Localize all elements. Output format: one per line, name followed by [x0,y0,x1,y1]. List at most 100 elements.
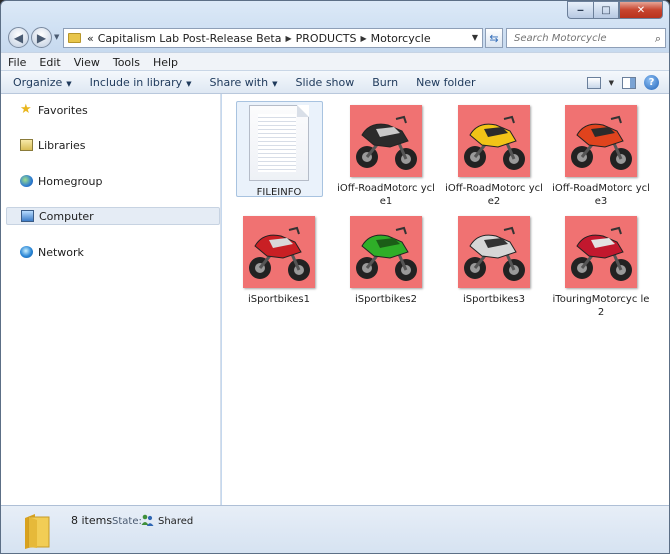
file-name: iSportbikes1 [248,294,310,305]
motorcycle-icon [249,226,310,281]
state-label: State: [112,516,142,527]
search-input[interactable] [512,31,646,45]
explorer-window: ‒ □ ✕ ◀ ▶ ▼ « Capitalism Lab Post-Releas… [0,0,670,554]
motorcycle-icon [571,226,632,281]
folder-icon [68,33,81,43]
command-bar: Organize ▼ Include in library ▼ Share with… [1,70,669,94]
file-list: FILEINFO iOff-RoadMotorc ycle1 iOff-Road… [222,94,669,505]
organize-label: Organize [13,75,63,89]
motorcycle-icon [356,115,417,170]
menu-help[interactable]: Help [146,56,184,69]
file-item-ioff-roadmotorcycle1[interactable]: iOff-RoadMotorc ycle1 [332,105,440,208]
new-folder-button[interactable]: New folder [416,76,475,89]
maximize-button[interactable]: □ [593,1,619,19]
homegroup-icon [20,175,33,187]
breadcrumb-products[interactable]: PRODUCTS [296,32,357,45]
toolbar-right: ▼ ? [586,75,659,90]
breadcrumb-motorcycle[interactable]: Motorcycle [371,32,431,45]
nav-label-network: Network [38,245,84,259]
menu-bar: File Edit View Tools Help [1,52,669,71]
include-in-library-button[interactable]: Include in library ▼ [90,76,192,89]
star-icon: ★ [20,102,32,117]
include-label: Include in library [89,75,183,89]
motorcycle-thumbnail [243,216,315,288]
motorcycle-icon [464,115,525,170]
search-icon[interactable]: ⌕ [655,32,661,46]
chevron-down-icon: ▼ [66,79,72,88]
file-item-ioff-roadmotorcycle3[interactable]: iOff-RoadMotorc ycle3 [547,105,655,208]
share-label: Share with [209,75,269,89]
details-pane: 8 items State: Shared [1,505,669,553]
nav-item-computer[interactable]: Computer [6,207,220,225]
file-name: iOff-RoadMotorc ycle2 [445,183,543,207]
chevron-down-icon: ▼ [272,79,278,88]
nav-label-libraries: Libraries [38,138,86,152]
nav-item-favorites[interactable]: ★ Favorites [6,101,220,119]
navigation-pane: ★ Favorites Libraries Homegroup Computer… [1,94,221,505]
refresh-button[interactable]: ⇆ [485,28,503,48]
nav-item-libraries[interactable]: Libraries [6,136,220,154]
file-name: iSportbikes2 [355,294,417,305]
nav-label-homegroup: Homegroup [38,174,103,188]
file-item-isportbikes3[interactable]: iSportbikes3 [440,216,548,306]
minimize-button[interactable]: ‒ [567,1,593,19]
back-button[interactable]: ◀ [8,27,29,48]
breadcrumb-separator-icon[interactable]: ▶ [360,34,366,43]
address-dropdown-icon[interactable]: ▼ [472,33,478,42]
motorcycle-icon [464,226,525,281]
file-item-fileinfo[interactable]: FILEINFO [225,101,333,199]
motorcycle-thumbnail [565,216,637,288]
motorcycle-thumbnail [458,216,530,288]
share-with-button[interactable]: Share with ▼ [210,76,278,89]
motorcycle-thumbnail [350,216,422,288]
libraries-icon [20,139,33,151]
nav-item-network[interactable]: Network [6,243,220,261]
burn-button[interactable]: Burn [372,76,398,89]
file-name: iOff-RoadMotorc ycle1 [337,183,435,207]
back-arrow-icon: ◀ [13,30,24,45]
caption-buttons: ‒ □ ✕ [567,1,663,19]
file-item-itouringmotorcycle2[interactable]: iTouringMotorcyc le2 [547,216,655,319]
state-value: Shared [158,516,194,527]
file-item-ioff-roadmotorcycle2[interactable]: iOff-RoadMotorc ycle2 [440,105,548,208]
menu-view[interactable]: View [67,56,106,69]
nav-label-favorites: Favorites [38,103,88,117]
motorcycle-thumbnail [350,105,422,177]
file-item-isportbikes2[interactable]: iSportbikes2 [332,216,440,306]
recent-pages-dropdown[interactable]: ▼ [54,33,59,41]
menu-tools[interactable]: Tools [106,56,146,69]
slide-show-button[interactable]: Slide show [295,76,354,89]
refresh-icon: ⇆ [489,31,499,45]
motorcycle-thumbnail [458,105,530,177]
forward-button[interactable]: ▶ [31,27,52,48]
chevron-down-icon: ▼ [186,79,192,88]
page-fold [297,105,309,117]
menu-file[interactable]: File [1,56,32,69]
breadcrumb-separator-icon[interactable]: ▶ [285,34,291,43]
organize-button[interactable]: Organize ▼ [13,76,72,89]
help-icon[interactable]: ? [644,75,659,90]
shared-users-icon [141,514,154,526]
motorcycle-icon [356,226,417,281]
breadcrumb-capitalism-lab[interactable]: Capitalism Lab Post-Release Beta [98,32,282,45]
file-item-isportbikes1[interactable]: iSportbikes1 [225,216,333,306]
view-options-dropdown-icon[interactable]: ▼ [609,79,614,87]
file-name: FILEINFO [256,187,302,198]
close-button[interactable]: ✕ [619,1,663,19]
menu-edit[interactable]: Edit [32,56,66,69]
address-bar[interactable]: « Capitalism Lab Post-Release Beta ▶ PRO… [63,28,483,48]
motorcycle-thumbnail [565,105,637,177]
computer-icon [21,210,34,222]
file-name: iOff-RoadMotorc ycle3 [552,183,650,207]
forward-arrow-icon: ▶ [36,30,47,45]
search-box[interactable]: ⌕ [506,28,666,48]
change-view-icon[interactable] [586,76,601,89]
file-name: iSportbikes3 [463,294,525,305]
network-icon [20,246,33,258]
item-count: 8 items [71,514,113,527]
preview-pane-icon[interactable] [622,76,636,89]
text-document-icon [249,105,309,181]
document-lines [258,114,296,172]
breadcrumb-overflow[interactable]: « [87,32,94,45]
nav-item-homegroup[interactable]: Homegroup [6,172,220,190]
